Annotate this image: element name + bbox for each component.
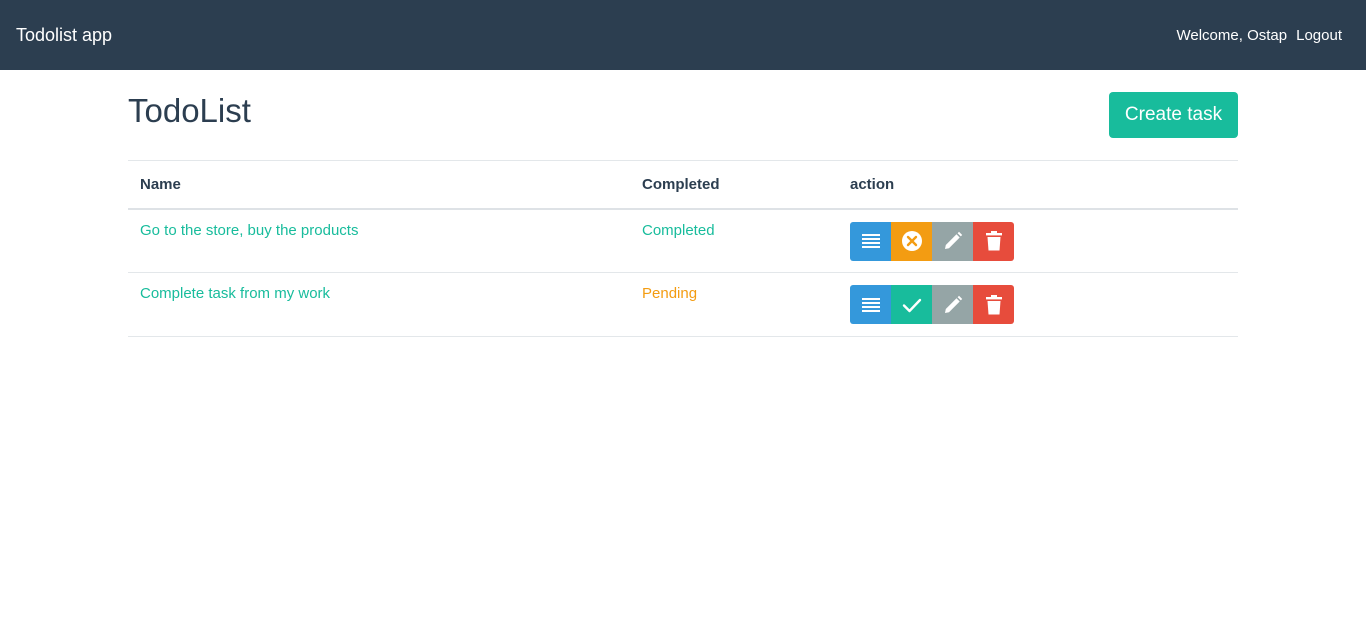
welcome-text: Welcome, Ostap xyxy=(1176,26,1288,44)
table-row: Complete task from my work Pending xyxy=(128,272,1238,337)
status-badge: Completed xyxy=(642,221,715,239)
details-button[interactable] xyxy=(850,221,891,261)
pencil-icon xyxy=(944,231,962,249)
status-badge: Pending xyxy=(642,285,698,302)
delete-button[interactable] xyxy=(973,285,1014,324)
task-name-cell: Go to the store, buy the products xyxy=(128,208,630,273)
action-button-group xyxy=(850,221,1226,261)
edit-button[interactable] xyxy=(932,285,973,324)
table-header-row: Name Completed action xyxy=(128,160,1238,210)
navbar: Todolist app Welcome, Ostap Logout xyxy=(0,0,1366,70)
details-list-icon xyxy=(861,297,880,312)
details-list-icon xyxy=(861,234,880,248)
delete-button[interactable] xyxy=(973,221,1014,261)
task-name-link[interactable]: Go to the store, buy the products xyxy=(140,222,358,239)
task-status-cell: Pending xyxy=(630,272,838,337)
mark-pending-button[interactable] xyxy=(891,221,932,261)
title-row: TodoList Create task xyxy=(128,70,1238,160)
main-content: TodoList Create task Name Completed acti… xyxy=(128,70,1238,337)
header-name: Name xyxy=(128,160,630,210)
task-name-cell: Complete task from my work xyxy=(128,272,630,337)
edit-button[interactable] xyxy=(932,221,973,261)
task-status-cell: Completed xyxy=(630,208,838,273)
table-row: Go to the store, buy the products Comple… xyxy=(128,208,1238,273)
task-actions-cell xyxy=(838,208,1238,273)
header-completed: Completed xyxy=(630,160,838,210)
task-name-link[interactable]: Complete task from my work xyxy=(140,285,330,302)
task-table: Name Completed action Go to the store, b… xyxy=(128,160,1238,337)
action-button-group xyxy=(850,285,1226,324)
logout-link[interactable]: Logout xyxy=(1296,27,1342,44)
mark-complete-button[interactable] xyxy=(891,285,932,324)
brand-link[interactable]: Todolist app xyxy=(16,25,112,46)
create-task-button[interactable]: Create task xyxy=(1109,92,1238,138)
pencil-icon xyxy=(944,295,962,313)
page-title: TodoList xyxy=(128,92,251,129)
trash-icon xyxy=(985,294,1002,314)
task-actions-cell xyxy=(838,272,1238,337)
header-action: action xyxy=(838,160,1238,210)
cancel-circle-icon xyxy=(901,231,922,251)
trash-icon xyxy=(985,231,1002,251)
check-icon xyxy=(902,298,921,312)
user-area: Welcome, Ostap Logout xyxy=(1177,27,1343,44)
details-button[interactable] xyxy=(850,285,891,324)
